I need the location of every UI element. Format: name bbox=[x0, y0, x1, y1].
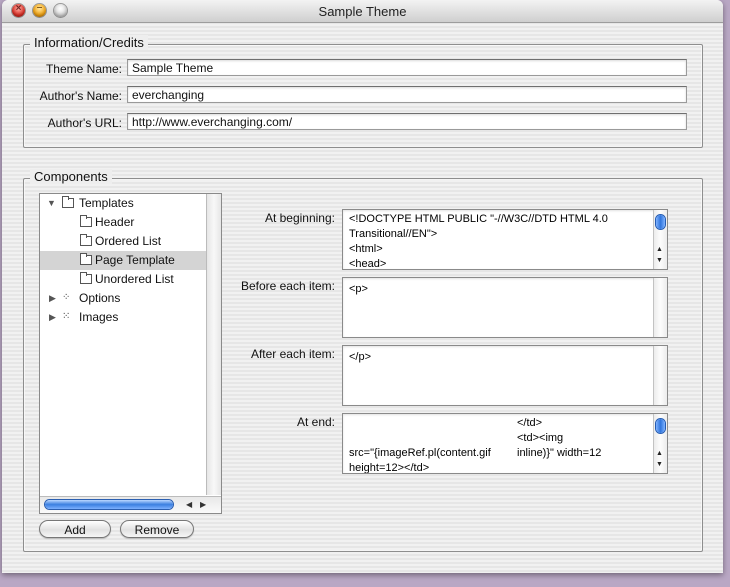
author-url-label: Author's URL: bbox=[47, 116, 122, 130]
tree-label: Header bbox=[95, 215, 135, 229]
scroll-thumb[interactable] bbox=[45, 500, 173, 509]
tree-item-options[interactable]: ▶ ⁘ Options bbox=[40, 289, 206, 308]
after-each-scrollbar[interactable] bbox=[653, 346, 667, 405]
after-each-label: After each item: bbox=[250, 347, 335, 361]
at-end-scrollbar[interactable]: ▲ ▼ bbox=[653, 414, 667, 473]
after-each-textarea[interactable]: </p> bbox=[342, 345, 668, 406]
disclosure-closed-icon[interactable]: ▶ bbox=[49, 293, 56, 304]
at-beginning-label: At beginning: bbox=[264, 211, 335, 225]
at-end-text-left: src="{imageRef.pl(content.gif height=12>… bbox=[349, 447, 491, 474]
tree-label: Images bbox=[79, 310, 119, 324]
add-button[interactable]: Add bbox=[39, 520, 111, 538]
tree-item-unordered-list[interactable]: Unordered List bbox=[40, 270, 206, 289]
before-each-label: Before each item: bbox=[240, 279, 335, 293]
components-tree[interactable]: ▼ Templates Header Ordered List Page Tem… bbox=[39, 193, 222, 514]
before-each-text: <p> bbox=[349, 283, 368, 295]
scroll-up-icon[interactable]: ▲ bbox=[656, 246, 663, 253]
author-url-input[interactable] bbox=[127, 113, 687, 130]
scroll-thumb[interactable] bbox=[656, 215, 665, 229]
at-end-textarea[interactable]: src="{imageRef.pl(content.gif height=12>… bbox=[342, 413, 668, 474]
author-name-label: Author's Name: bbox=[39, 89, 122, 103]
at-beginning-textarea[interactable]: <!DOCTYPE HTML PUBLIC "-//W3C//DTD HTML … bbox=[342, 209, 668, 270]
theme-name-input[interactable] bbox=[127, 59, 687, 76]
components-title: Components bbox=[30, 169, 112, 184]
before-each-scrollbar[interactable] bbox=[653, 278, 667, 337]
at-beginning-text: <!DOCTYPE HTML PUBLIC "-//W3C//DTD HTML … bbox=[349, 213, 608, 270]
at-end-label: At end: bbox=[296, 415, 335, 429]
tree-item-templates[interactable]: ▼ Templates bbox=[40, 194, 206, 213]
folder-icon bbox=[80, 234, 92, 246]
scroll-down-icon[interactable]: ▼ bbox=[656, 257, 663, 264]
tree-label: Page Template bbox=[95, 253, 175, 267]
options-icon: ⁘ bbox=[62, 292, 70, 303]
tree-horizontal-scrollbar[interactable]: ◀ ▶ bbox=[40, 496, 221, 513]
tree-item-page-template[interactable]: Page Template bbox=[40, 251, 206, 270]
scroll-up-icon[interactable]: ▲ bbox=[656, 450, 663, 457]
scroll-left-icon[interactable]: ◀ bbox=[186, 500, 192, 509]
remove-button[interactable]: Remove bbox=[120, 520, 194, 538]
at-beginning-scrollbar[interactable]: ▲ ▼ bbox=[653, 210, 667, 269]
tree-item-ordered-list[interactable]: Ordered List bbox=[40, 232, 206, 251]
tree-label: Templates bbox=[79, 196, 134, 210]
tree-label: Ordered List bbox=[95, 234, 162, 248]
info-credits-title: Information/Credits bbox=[30, 35, 148, 50]
theme-name-label: Theme Name: bbox=[45, 62, 122, 76]
folder-icon bbox=[62, 196, 74, 208]
scroll-right-icon[interactable]: ▶ bbox=[200, 500, 206, 509]
folder-icon bbox=[80, 253, 92, 265]
tree-item-images[interactable]: ▶ ⁙ Images bbox=[40, 308, 206, 327]
tree-label: Unordered List bbox=[95, 272, 174, 286]
after-each-text: </p> bbox=[349, 351, 372, 363]
tree-vertical-scrollbar[interactable] bbox=[206, 194, 221, 495]
tree-item-header[interactable]: Header bbox=[40, 213, 206, 232]
disclosure-open-icon[interactable]: ▼ bbox=[47, 198, 56, 208]
window-title: Sample Theme bbox=[318, 4, 407, 19]
before-each-textarea[interactable]: <p> bbox=[342, 277, 668, 338]
images-icon: ⁙ bbox=[62, 311, 70, 322]
scroll-down-icon[interactable]: ▼ bbox=[656, 461, 663, 468]
folder-icon bbox=[80, 215, 92, 227]
author-name-input[interactable] bbox=[127, 86, 687, 103]
scroll-thumb[interactable] bbox=[656, 419, 665, 433]
theme-window: × – Sample Theme Information/Credits The… bbox=[2, 0, 723, 573]
title-bar[interactable]: × – Sample Theme bbox=[2, 0, 723, 23]
disclosure-closed-icon[interactable]: ▶ bbox=[49, 312, 56, 323]
at-end-text-right: </td> <td><img inline)}" width=12 bbox=[517, 417, 602, 459]
tree-label: Options bbox=[79, 291, 121, 305]
folder-icon bbox=[80, 272, 92, 284]
